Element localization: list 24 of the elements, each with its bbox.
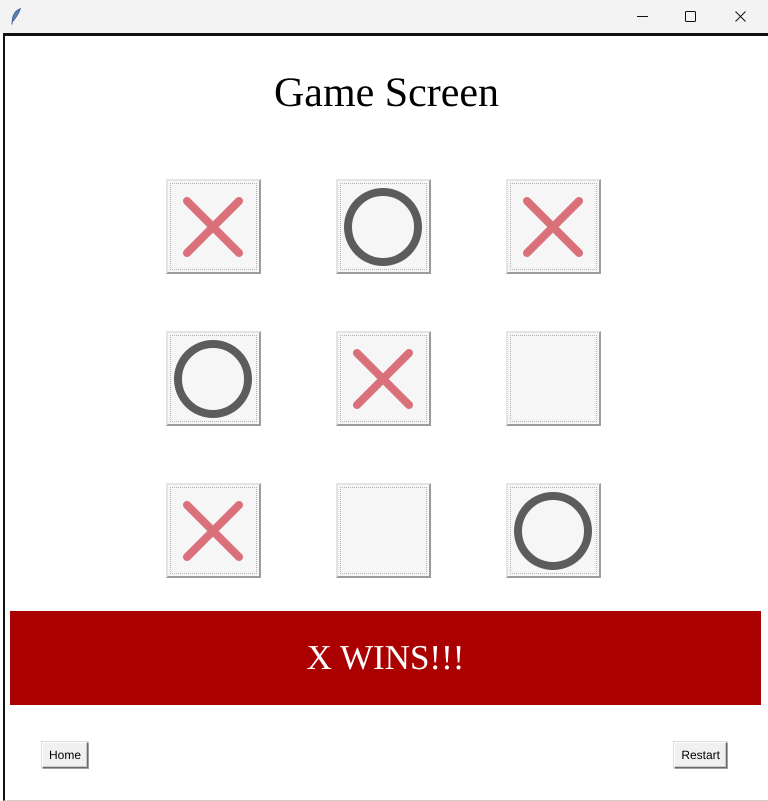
board-cell[interactable]	[166, 179, 260, 274]
board-cell[interactable]	[506, 331, 600, 426]
board-cell[interactable]	[336, 483, 430, 578]
board-cell[interactable]	[336, 179, 430, 274]
board-cell[interactable]	[166, 483, 260, 578]
cross-icon	[183, 500, 243, 560]
ring-icon	[174, 340, 252, 418]
ring-icon	[344, 188, 422, 266]
board-cell[interactable]	[506, 179, 600, 274]
close-icon	[734, 11, 746, 22]
ring-icon	[514, 492, 592, 570]
screen-title: Game Screen	[274, 70, 500, 116]
board-cell[interactable]	[166, 331, 260, 426]
maximize-icon	[684, 11, 696, 22]
board-cell[interactable]	[506, 483, 600, 578]
feather-icon	[11, 8, 21, 25]
result-text: X WINS!!!	[306, 638, 464, 678]
cross-icon	[183, 196, 243, 256]
board-cell[interactable]	[336, 331, 430, 426]
cross-icon	[353, 348, 413, 408]
cross-icon	[523, 196, 583, 256]
minimize-icon	[636, 16, 648, 17]
restart-button[interactable]: Restart	[674, 742, 727, 768]
home-button[interactable]: Home	[42, 742, 88, 768]
